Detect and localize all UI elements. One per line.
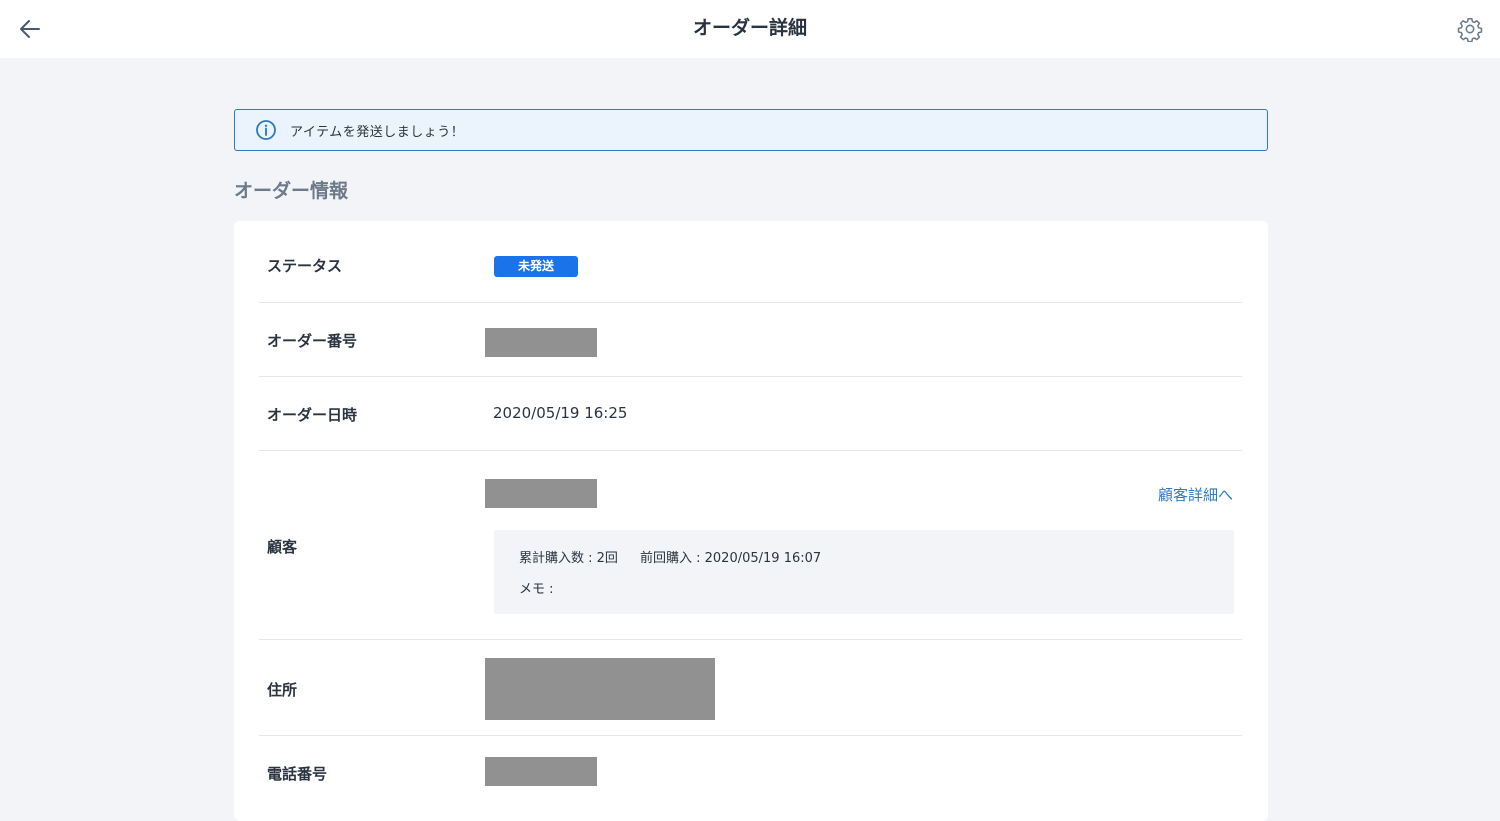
customer-summary-box: 累計購入数 : 2回 前回購入 : 2020/05/19 16:07 メモ :: [494, 530, 1234, 614]
back-button[interactable]: [14, 13, 46, 45]
page-title: オーダー詳細: [692, 17, 807, 39]
settings-button[interactable]: [1454, 13, 1486, 45]
order-number-row: オーダー番号: [259, 303, 1242, 377]
customer-row: 顧客 顧客詳細へ 累計購入数 : 2回 前回購入 : 2020/05/19 16…: [259, 451, 1242, 640]
customer-detail-link[interactable]: 顧客詳細へ: [1158, 484, 1233, 505]
status-row: ステータス 未発送: [259, 221, 1242, 303]
order-date-value: 2020/05/19 16:25: [493, 404, 628, 422]
status-badge: 未発送: [494, 256, 578, 277]
purchase-count: 累計購入数 : 2回: [519, 551, 618, 566]
order-number-label: オーダー番号: [267, 332, 358, 350]
order-number-redacted: [485, 328, 597, 357]
notice-text: アイテムを発送しましょう！: [290, 124, 465, 140]
order-date-row: オーダー日時 2020/05/19 16:25: [259, 377, 1242, 451]
phone-row: 電話番号: [259, 736, 1242, 810]
address-label: 住所: [267, 681, 298, 699]
order-info-card: ステータス 未発送 オーダー番号 オーダー日時 2020/05/19 16:25…: [234, 221, 1268, 821]
info-icon: [255, 119, 277, 141]
gear-icon: [1457, 17, 1483, 42]
address-redacted: [485, 658, 715, 720]
phone-label: 電話番号: [267, 765, 328, 783]
address-row: 住所: [259, 640, 1242, 736]
last-purchase: 前回購入 : 2020/05/19 16:07: [640, 551, 822, 566]
customer-name-redacted: [485, 479, 597, 508]
shipping-notice: アイテムを発送しましょう！: [234, 109, 1268, 151]
arrow-left-icon: [20, 20, 40, 38]
customer-memo: メモ :: [519, 582, 554, 597]
phone-redacted: [485, 757, 597, 786]
status-label: ステータス: [267, 257, 343, 275]
customer-label: 顧客: [267, 538, 298, 556]
top-bar: オーダー詳細: [0, 0, 1500, 58]
section-title: オーダー情報: [234, 180, 349, 202]
order-date-label: オーダー日時: [267, 406, 358, 424]
